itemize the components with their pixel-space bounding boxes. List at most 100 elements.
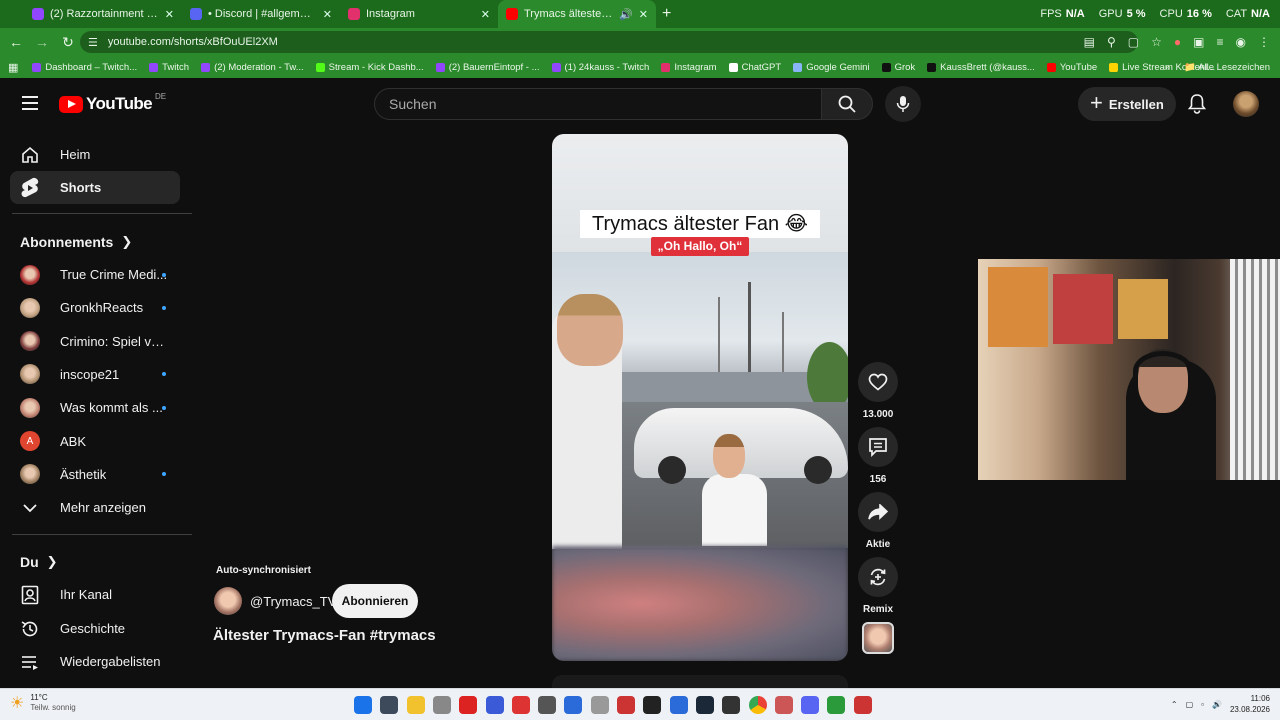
app-icon[interactable] <box>511 696 530 714</box>
steam-icon[interactable] <box>695 696 714 714</box>
bookmark-item[interactable]: (2) Moderation - Tw... <box>201 62 304 73</box>
apps-grid-icon[interactable]: ▦ <box>8 61 18 74</box>
back-icon[interactable]: ← <box>4 30 28 54</box>
channel-avatar[interactable] <box>214 587 242 615</box>
app-icon[interactable] <box>722 696 741 714</box>
hamburger-menu-icon[interactable] <box>22 96 38 110</box>
all-bookmarks[interactable]: 📁 Alle Lesezeichen <box>1184 62 1270 73</box>
webcam-poster <box>988 267 1048 347</box>
search-input[interactable] <box>375 89 821 119</box>
subscription-item[interactable]: GronkhReacts <box>10 291 180 324</box>
app-icon[interactable] <box>485 696 504 714</box>
comments-button[interactable]: 156 <box>858 427 898 485</box>
subscription-item[interactable]: Crimino: Spiel vorbei <box>10 325 180 358</box>
profile-icon[interactable]: ◉ <box>1236 35 1246 49</box>
sidebar-item-channel[interactable]: Ihr Kanal <box>10 578 180 611</box>
short-title[interactable]: Ältester Trymacs-Fan #trymacs <box>213 627 436 644</box>
forward-icon[interactable]: → <box>30 30 54 54</box>
subscription-item[interactable]: inscope21 <box>10 358 180 391</box>
app-icon[interactable] <box>853 696 872 714</box>
account-avatar[interactable] <box>1233 91 1259 117</box>
install-icon[interactable]: ▢ <box>1128 35 1139 49</box>
subscription-item[interactable]: True Crime Medi... <box>10 258 180 291</box>
bookmark-item[interactable]: Twitch <box>149 62 189 73</box>
bookmark-item[interactable]: KaussBrett (@kauss... <box>927 62 1035 73</box>
bookmark-star-icon[interactable]: ☆ <box>1151 35 1162 49</box>
sidebar-item-shorts[interactable]: Shorts <box>10 171 180 204</box>
subscription-item[interactable]: Was kommt als ... <box>10 391 180 424</box>
subscribe-button[interactable]: Abonnieren <box>332 584 418 618</box>
bookmark-item[interactable]: Dashboard – Twitch... <box>32 62 137 73</box>
voice-search-button[interactable] <box>885 86 921 122</box>
subscription-item[interactable]: Ästhetik <box>10 458 180 491</box>
app-icon[interactable] <box>617 696 635 714</box>
zoom-icon[interactable]: ⚲ <box>1107 35 1116 49</box>
sidebar-item-history[interactable]: Geschichte <box>10 612 180 645</box>
app-icon[interactable] <box>590 696 609 714</box>
close-tab-icon[interactable]: ✕ <box>481 8 490 21</box>
app-icon[interactable] <box>669 696 688 714</box>
sidebar-item-home[interactable]: Heim <box>10 138 180 171</box>
app-icon[interactable] <box>643 696 662 714</box>
notifications-button[interactable] <box>1187 93 1207 119</box>
close-tab-icon[interactable]: ✕ <box>323 8 332 21</box>
extensions-puzzle-icon[interactable]: ▣ <box>1193 35 1204 49</box>
media-icon[interactable]: ≡ <box>1217 35 1224 49</box>
browser-tab[interactable]: Instagram ✕ <box>340 0 498 28</box>
app-icon[interactable] <box>459 696 478 714</box>
weather-widget[interactable]: ☀ 11°C Teilw. sonnig <box>10 693 76 713</box>
like-button[interactable]: 13.000 <box>858 362 898 420</box>
extension-icon[interactable]: ● <box>1174 35 1181 49</box>
translate-icon[interactable]: ▤ <box>1084 35 1095 49</box>
app-icon[interactable] <box>827 696 846 714</box>
share-button[interactable]: Aktie <box>858 492 898 550</box>
you-heading[interactable]: Du ❯ <box>20 554 58 570</box>
address-bar[interactable]: ☰ youtube.com/shorts/xBfOuUEl2XM <box>80 31 1138 53</box>
reload-icon[interactable]: ↻ <box>56 30 80 54</box>
bookmark-item[interactable]: Stream - Kick Dashb... <box>315 62 424 73</box>
browser-tab[interactable]: (2) Razzortainment - Twitch ✕ <box>24 0 182 28</box>
discord-icon[interactable] <box>801 696 820 714</box>
monitor-icon[interactable]: ▢ <box>1186 700 1194 709</box>
file-explorer-icon[interactable] <box>406 696 425 714</box>
subscription-item[interactable]: A ABK <box>10 425 180 458</box>
channel-thumbnail[interactable] <box>862 622 894 654</box>
close-tab-icon[interactable]: ✕ <box>639 8 648 21</box>
site-info-icon[interactable]: ☰ <box>88 36 98 49</box>
clock[interactable]: 11:06 23.08.2026 <box>1230 693 1270 715</box>
shorts-video-player[interactable]: Trymacs ältester Fan 😂 „Oh Hallo, Oh“ <box>552 134 848 661</box>
bookmark-item[interactable]: Google Gemini <box>793 62 870 73</box>
app-icon[interactable] <box>564 696 583 714</box>
bookmarks-overflow-icon[interactable]: » <box>1165 62 1170 73</box>
create-button[interactable]: + Erstellen <box>1078 87 1176 121</box>
bookmark-item[interactable]: YouTube <box>1046 62 1097 73</box>
calculator-icon[interactable] <box>380 696 399 714</box>
close-tab-icon[interactable]: ✕ <box>165 8 174 21</box>
new-tab-button[interactable]: + <box>662 5 671 23</box>
remix-button[interactable]: Remix <box>858 557 898 615</box>
show-more-button[interactable]: Mehr anzeigen <box>10 491 180 524</box>
network-icon[interactable]: ▫ <box>1201 700 1204 709</box>
youtube-logo[interactable]: YouTube DE <box>59 92 166 114</box>
tray-overflow-icon[interactable]: ⌃ <box>1171 700 1178 709</box>
start-icon[interactable] <box>354 696 372 714</box>
subscriptions-heading[interactable]: Abonnements ❯ <box>20 234 132 250</box>
mouse-app-icon[interactable] <box>432 696 451 714</box>
bookmark-item[interactable]: Instagram <box>661 62 717 73</box>
browser-tab[interactable]: • Discord | #allgemein | Poschig ✕ <box>182 0 340 28</box>
next-short-peek[interactable] <box>552 675 848 688</box>
browser-tab[interactable]: Trymacs ältester Fan #trym 🔊 ✕ <box>498 0 656 28</box>
app-icon[interactable] <box>538 696 557 714</box>
speaker-icon[interactable]: 🔊 <box>619 8 633 21</box>
search-button[interactable] <box>821 88 873 120</box>
sidebar-item-playlists[interactable]: Wiedergabelisten <box>10 645 180 678</box>
bookmark-item[interactable]: (2) BauernEintopf - ... <box>435 62 540 73</box>
bookmark-item[interactable]: (1) 24kauss - Twitch <box>551 62 649 73</box>
bookmark-item[interactable]: ChatGPT <box>728 62 781 73</box>
volume-icon[interactable]: 🔊 <box>1212 700 1222 709</box>
bookmark-item[interactable]: Grok <box>881 62 915 73</box>
chrome-icon[interactable] <box>748 696 767 714</box>
browser-menu-icon[interactable]: ⋮ <box>1258 35 1270 49</box>
app-icon[interactable] <box>774 696 793 714</box>
channel-name[interactable]: @Trymacs_TV <box>250 594 336 609</box>
